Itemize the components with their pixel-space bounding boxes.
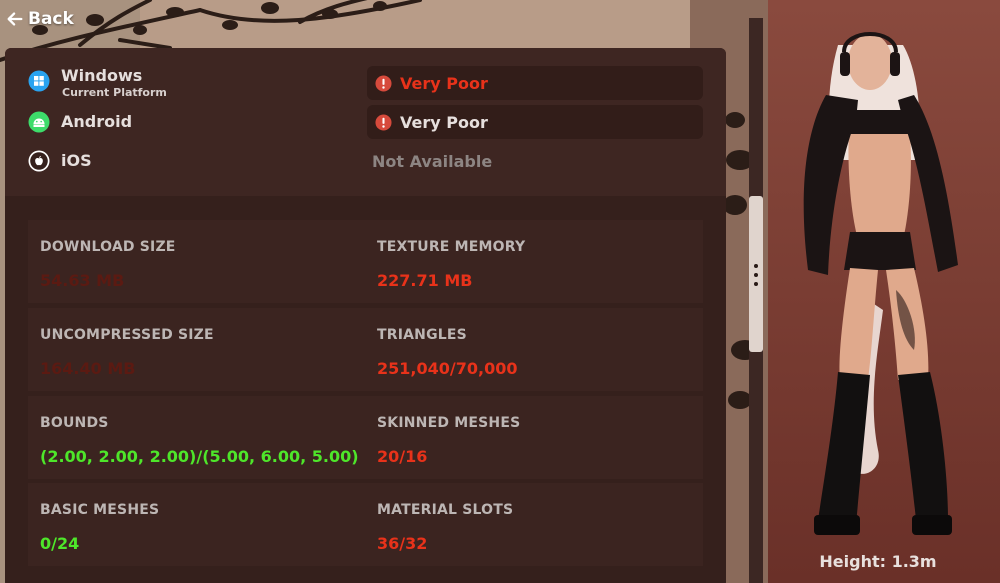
stat-label-skinned-meshes: SKINNED MESHES: [377, 415, 521, 431]
platform-ratings: Windows Current Platform Very Poor Andro…: [5, 48, 726, 196]
performance-panel: Windows Current Platform Very Poor Andro…: [5, 48, 726, 583]
windows-icon: [28, 70, 50, 92]
stat-label-texture-memory: TEXTURE MEMORY: [377, 239, 526, 255]
platform-name-windows: Windows: [61, 66, 143, 85]
back-button[interactable]: Back: [6, 9, 74, 29]
rating-label: Very Poor: [400, 112, 488, 132]
platform-name-ios: iOS: [61, 151, 92, 170]
stat-row: [28, 308, 703, 391]
warning-icon: [375, 74, 392, 92]
apple-icon: [28, 150, 50, 172]
android-icon: [28, 111, 50, 133]
stats-grid: DOWNLOAD SIZE 54.63 MB TEXTURE MEMORY 22…: [28, 220, 703, 583]
avatar-height-label: Height: 1.3m: [819, 552, 937, 571]
avatar-preview[interactable]: [768, 0, 1000, 583]
stat-value-triangles: 251,040/70,000: [377, 359, 518, 378]
back-label: Back: [28, 9, 74, 29]
drag-handle-icon[interactable]: [754, 264, 758, 286]
stat-label-triangles: TRIANGLES: [377, 327, 467, 343]
rating-ios: Not Available: [372, 152, 493, 171]
stat-row: [28, 396, 703, 479]
stat-value-basic-meshes: 0/24: [40, 534, 80, 553]
rating-windows: Very Poor: [367, 66, 703, 100]
stat-label-uncompressed-size: UNCOMPRESSED SIZE: [40, 327, 214, 343]
rating-label: Very Poor: [400, 73, 488, 93]
stat-value-skinned-meshes: 20/16: [377, 447, 428, 466]
arrow-left-icon: [7, 12, 23, 26]
platform-subtitle-windows: Current Platform: [62, 86, 167, 99]
stat-label-bounds: BOUNDS: [40, 415, 109, 431]
stat-value-texture-memory: 227.71 MB: [377, 271, 473, 290]
stat-value-download-size: 54.63 MB: [40, 271, 125, 290]
stat-value-material-slots: 36/32: [377, 534, 428, 553]
platform-name-android: Android: [61, 112, 133, 131]
stat-row: [28, 220, 703, 303]
stat-label-download-size: DOWNLOAD SIZE: [40, 239, 176, 255]
warning-icon: [375, 113, 392, 131]
stat-label-material-slots: MATERIAL SLOTS: [377, 502, 514, 518]
rating-android: Very Poor: [367, 105, 703, 139]
stat-label-basic-meshes: BASIC MESHES: [40, 502, 160, 518]
scrollbar[interactable]: [749, 18, 763, 583]
stat-row: [28, 483, 703, 566]
stat-value-bounds: (2.00, 2.00, 2.00)/(5.00, 6.00, 5.00): [40, 447, 359, 466]
stat-value-uncompressed-size: 164.40 MB: [40, 359, 136, 378]
